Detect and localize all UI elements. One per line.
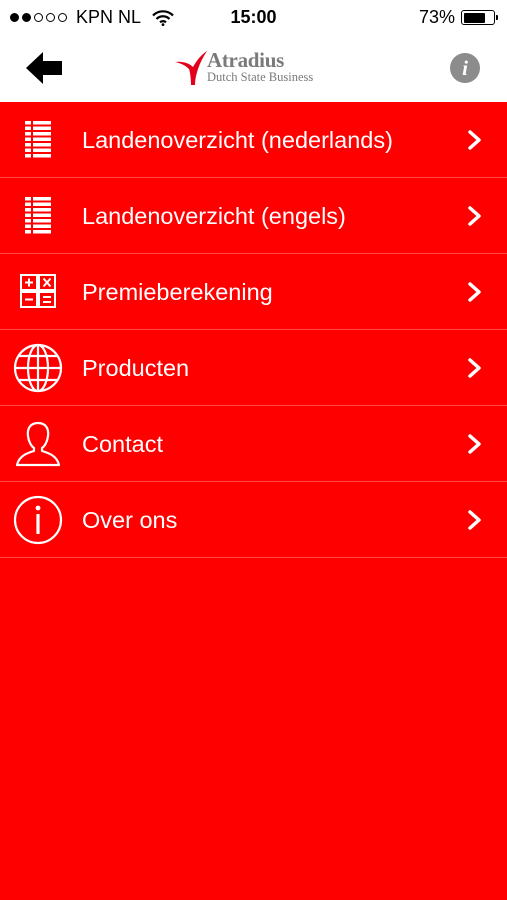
menu-item-label: Landenoverzicht (engels)	[82, 203, 346, 229]
person-icon	[15, 421, 61, 467]
status-bar: KPN NL 15:00 73%	[0, 0, 507, 34]
info-button[interactable]: i	[450, 53, 480, 83]
menu-item-label: Over ons	[82, 507, 178, 533]
globe-icon	[13, 343, 63, 393]
list-document-icon	[25, 197, 51, 234]
menu-item-over-ons[interactable]: Over ons	[0, 482, 507, 558]
menu-item-contact[interactable]: Contact	[0, 406, 507, 482]
menu-item-label: Landenoverzicht (nederlands)	[82, 127, 393, 153]
battery-level	[463, 12, 485, 23]
menu-item-landenoverzicht-nl[interactable]: Landenoverzicht (nederlands)	[0, 102, 507, 178]
menu-item-premieberekening[interactable]: Premieberekening	[0, 254, 507, 330]
menu-item-label: Premieberekening	[82, 279, 273, 305]
menu-item-landenoverzicht-en[interactable]: Landenoverzicht (engels)	[0, 178, 507, 254]
info-icon: i	[462, 56, 468, 80]
nav-bar: Atradius Dutch State Business i	[0, 34, 507, 102]
menu-item-producten[interactable]: Producten	[0, 330, 507, 406]
battery-icon	[461, 10, 498, 25]
chevron-right-icon	[468, 282, 481, 302]
atradius-logo: Atradius Dutch State Business	[174, 48, 344, 88]
atradius-logo-mark-icon	[175, 51, 207, 85]
back-button[interactable]	[24, 49, 68, 87]
calculator-icon	[20, 274, 56, 308]
logo-subtitle: Dutch State Business	[207, 70, 314, 84]
menu-item-label: Producten	[82, 355, 190, 381]
battery-status: 73%	[418, 7, 498, 28]
chevron-right-icon	[468, 206, 481, 226]
chevron-right-icon	[468, 130, 481, 150]
list-document-icon	[25, 121, 51, 158]
chevron-right-icon	[468, 510, 481, 530]
chevron-right-icon	[468, 434, 481, 454]
chevron-right-icon	[468, 358, 481, 378]
battery-percent: 73%	[418, 7, 455, 27]
main-menu: Landenoverzicht (nederlands) Landenoverz…	[0, 102, 507, 900]
menu-item-label: Contact	[82, 431, 163, 457]
info-circle-icon	[13, 495, 63, 545]
arrow-left-icon	[26, 52, 62, 84]
